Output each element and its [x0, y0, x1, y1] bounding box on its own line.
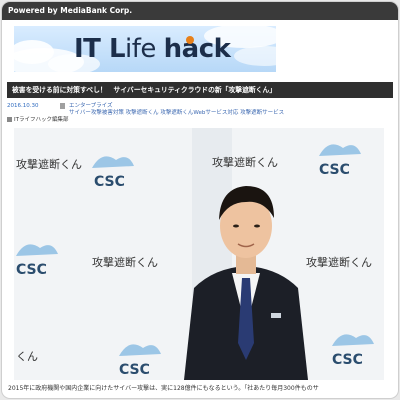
byline-text: ITライフハック編集部	[14, 117, 69, 123]
article-byline: ITライフハック編集部	[7, 117, 68, 124]
folder-icon	[60, 103, 65, 109]
svg-text:攻撃遮断くん: 攻撃遮断くん	[306, 255, 372, 269]
logo-text: IT Life hack	[74, 34, 231, 66]
article-meta: 2016.10.30 エンタープライズ サイバー攻撃被害対策 攻撃遮断くん 攻撃…	[7, 103, 393, 125]
logo-dot-icon	[186, 36, 194, 44]
logo-text-it: IT L	[74, 34, 126, 64]
svg-text:CSC: CSC	[94, 174, 125, 190]
article-category-link[interactable]: エンタープライズ	[69, 103, 113, 110]
article-lead-text: 2015年に政府機関や国内企業に向けたサイバー攻撃は、実に128億件にもなるとい…	[8, 385, 319, 392]
svg-text:攻撃遮断くん: 攻撃遮断くん	[92, 255, 158, 269]
powered-by-text: Powered by MediaBank Corp.	[8, 6, 133, 15]
article-tags[interactable]: サイバー攻撃被害対策 攻撃遮断くん 攻撃遮断くんWebサービス対応 攻撃遮断サー…	[69, 110, 284, 117]
article-title-bar[interactable]: 被害を受ける前に対策すべし！ サイバーセキュリティクラウドの新「攻撃遮断くん」	[7, 82, 393, 98]
logo-text-ife: ife	[125, 34, 164, 64]
svg-text:CSC: CSC	[319, 162, 350, 178]
press-photo: CSC CSC CSC CSC CSC 攻撃遮断くん 攻撃遮断くん 攻撃遮断くん…	[14, 128, 384, 380]
svg-text:CSC: CSC	[332, 352, 363, 368]
browser-frame: Powered by MediaBank Corp. IT Life hack …	[2, 2, 398, 398]
powered-by-bar: Powered by MediaBank Corp.	[2, 2, 398, 20]
svg-text:攻撃遮断くん: 攻撃遮断くん	[16, 157, 82, 171]
logo-text-hack: hack	[163, 34, 231, 64]
article-photo: CSC CSC CSC CSC CSC 攻撃遮断くん 攻撃遮断くん 攻撃遮断くん…	[14, 128, 384, 380]
site-logo[interactable]: IT Life hack	[14, 26, 276, 72]
svg-text:攻撃遮断くん: 攻撃遮断くん	[212, 155, 278, 169]
article-title[interactable]: 被害を受ける前に対策すべし！ サイバーセキュリティクラウドの新「攻撃遮断くん」	[12, 86, 276, 94]
author-icon	[7, 117, 12, 122]
svg-text:CSC: CSC	[119, 362, 150, 378]
svg-text:くん: くん	[16, 350, 38, 363]
svg-text:CSC: CSC	[16, 262, 47, 278]
article-date: 2016.10.30	[7, 103, 39, 109]
